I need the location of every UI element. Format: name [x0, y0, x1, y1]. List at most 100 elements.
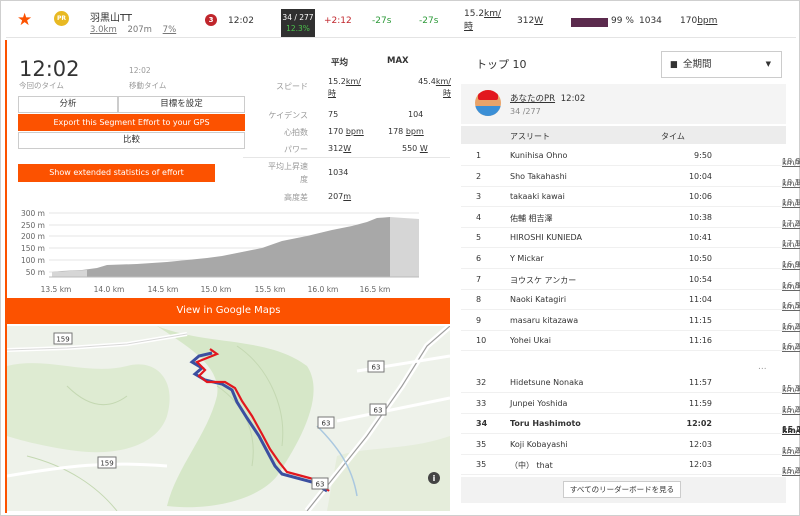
compare-button[interactable]: 比較	[18, 132, 245, 149]
col-time: タイム	[661, 132, 685, 141]
row-speed-unit: km/時	[782, 343, 800, 353]
row-rank: 1	[476, 151, 482, 160]
segment-row[interactable]: ★ PR 羽黒山TT 3.0km 207m 7% 3 12:02 34 / 27…	[6, 4, 796, 38]
leaderboard-row[interactable]: 5HIROSHI KUNIEDA10:4117.1km/時	[461, 227, 800, 249]
row-rank: 32	[476, 378, 487, 387]
row-time: 10:54	[688, 274, 712, 284]
row-athlete-name[interactable]: （中） that	[510, 460, 553, 471]
leaderboard-row[interactable]: 2Sho Takahashi10:0418.1km/時	[461, 166, 800, 188]
row-athlete-name[interactable]: Yohei Ukai	[510, 336, 551, 345]
row-athlete-name[interactable]: Sho Takahashi	[510, 172, 567, 181]
hr-label: 心拍数	[284, 128, 308, 137]
power-unit: W	[534, 16, 544, 26]
export-gps-button[interactable]: Export this Segment Effort to your GPS	[18, 114, 245, 131]
road-label: 63	[322, 420, 331, 428]
row-athlete-name[interactable]: Kunihisa Ohno	[510, 151, 567, 160]
speed-max: 45.4km/時	[391, 76, 451, 100]
row-time: 11:59	[688, 398, 712, 408]
y-tick: 150 m	[21, 244, 45, 253]
speed-max-num: 45.4	[418, 77, 436, 86]
row-athlete-name[interactable]: ヨウスケ アンカー	[510, 275, 576, 286]
row-rank: 4	[476, 212, 482, 222]
y-tick: 300 m	[21, 209, 45, 218]
row-athlete-name[interactable]: Junpei Yoshida	[510, 399, 567, 408]
x-tick: 16.0 km	[308, 285, 339, 294]
row-athlete-name[interactable]: HIROSHI KUNIEDA	[510, 233, 582, 242]
leaderboard-row[interactable]: 35（中） that12:0315.2km/時	[461, 454, 800, 476]
row-athlete-name[interactable]: takaaki kawai	[510, 192, 565, 201]
your-pr-row[interactable]: あなたのPR 12:02 34 /277	[461, 84, 786, 124]
row-athlete-name[interactable]: 佑輔 相吉澤	[510, 213, 553, 224]
x-tick: 16.5 km	[360, 285, 391, 294]
power-avg-unit: W	[343, 144, 352, 153]
rank-value: 34 / 277	[282, 13, 314, 22]
power-value: 312	[517, 16, 535, 26]
leaderboard-row[interactable]: 4佑輔 相吉澤10:3817.2km/時	[461, 207, 800, 229]
row-rank: 5	[476, 233, 482, 243]
pr-label: あなたのPR	[510, 94, 556, 104]
speed-avg: 15.2km/時	[328, 76, 361, 100]
speed-avg-num: 15.2	[328, 77, 346, 86]
leaderboard-row[interactable]: 7ヨウスケ アンカー10:5416.8km/時	[461, 269, 800, 291]
power-bar	[571, 18, 608, 27]
x-tick: 15.5 km	[255, 285, 286, 294]
leaderboard-row[interactable]: 10Yohei Ukai11:1616.2km/時	[461, 330, 800, 352]
row-time: 9:50	[694, 151, 712, 160]
leaderboard-row[interactable]: 35Koji Kobayashi12:0315.2km/時	[461, 434, 800, 456]
star-icon[interactable]: ★	[17, 10, 32, 30]
row-rank: 2	[476, 171, 482, 181]
leaderboard-row[interactable]: 9masaru kitazawa11:1516.2km/時	[461, 310, 800, 332]
pr-label-line: あなたのPR 12:02	[510, 92, 585, 104]
row-time: 12:02	[686, 419, 712, 429]
effort-big-time: 12:02	[19, 57, 80, 81]
row-athlete-name[interactable]: Naoki Katagiri	[510, 295, 566, 304]
cadence-label: ケイデンス	[268, 111, 308, 120]
row-athlete-name[interactable]: Toru Hashimoto	[510, 419, 581, 428]
row-rank: 35	[476, 460, 487, 470]
diff-pr: -27s	[372, 16, 392, 26]
svg-text:i: i	[433, 474, 436, 483]
stats-max-header: MAX	[387, 56, 409, 66]
stats-divider	[243, 157, 450, 158]
hr-avg: 170 bpm	[328, 127, 364, 136]
leaderboard-row[interactable]: 3takaaki kawai10:0618.1km/時	[461, 186, 800, 208]
segment-name-link[interactable]: 羽黒山TT	[90, 9, 132, 24]
pr-medal-icon: PR	[54, 11, 69, 26]
leaderboard-row[interactable]: 32Hidetsune Nonaka11:5715.3km/時	[461, 372, 800, 394]
row-rank: 34	[476, 419, 488, 429]
set-goal-button[interactable]: 目標を設定	[118, 96, 245, 113]
speed-unit: km/	[484, 9, 502, 19]
pr-time: 12:02	[560, 94, 586, 104]
row-athlete-name[interactable]: Koji Kobayashi	[510, 440, 568, 449]
row-athlete-name[interactable]: masaru kitazawa	[510, 316, 578, 325]
period-dropdown[interactable]: ▮▮ 全期間 ▼	[661, 51, 782, 78]
extended-stats-button[interactable]: Show extended statistics of effort	[18, 164, 215, 182]
x-tick: 14.0 km	[94, 285, 125, 294]
row-athlete-name[interactable]: Hidetsune Nonaka	[510, 378, 583, 387]
all-leaderboards-button[interactable]: すべてのリーダーボードを見る	[563, 481, 681, 498]
road-label: 63	[372, 364, 381, 372]
stats-avg-header: 平均	[331, 58, 349, 68]
map-canvas: 159 159 63 63 63 63 i	[7, 326, 450, 511]
cadence-max: 104	[408, 110, 424, 119]
leaderboard-header: アスリート タイム	[461, 126, 786, 144]
leaderboard-row[interactable]: 8Naoki Katagiri11:0416.5km/時	[461, 289, 800, 311]
leaderboard-row[interactable]: 34Toru Hashimoto12:0215.2km/時	[461, 413, 800, 435]
leaderboard-row[interactable]: 33Junpei Yoshida11:5915.2km/時	[461, 393, 800, 415]
google-maps-button[interactable]: View in Google Maps	[7, 298, 450, 324]
avatar	[475, 90, 501, 116]
leaderboard-row[interactable]: 1Kunihisa Ohno9:5018.6km/時	[461, 145, 800, 167]
pr-total: /277	[522, 107, 541, 116]
hr-max-unit: bpm	[405, 127, 424, 136]
speed-label: スピード	[276, 82, 308, 91]
leaderboard-row[interactable]: 6Y Mickar10:5016.9km/時	[461, 248, 800, 270]
analyze-button[interactable]: 分析	[18, 96, 118, 113]
x-tick: 14.5 km	[148, 285, 179, 294]
speed-avg-unit: km/	[345, 77, 361, 86]
period-label: 全期間	[682, 59, 712, 70]
segment-grade: 7%	[162, 25, 177, 35]
row-athlete-name[interactable]: Y Mickar	[510, 254, 544, 263]
effort-detail-panel: 12:02 今回のタイム 12:02 移動タイム 分析 目標を設定 Export…	[5, 40, 451, 513]
row-rank: 8	[476, 295, 482, 305]
segment-map[interactable]: 159 159 63 63 63 63 i	[7, 326, 450, 511]
